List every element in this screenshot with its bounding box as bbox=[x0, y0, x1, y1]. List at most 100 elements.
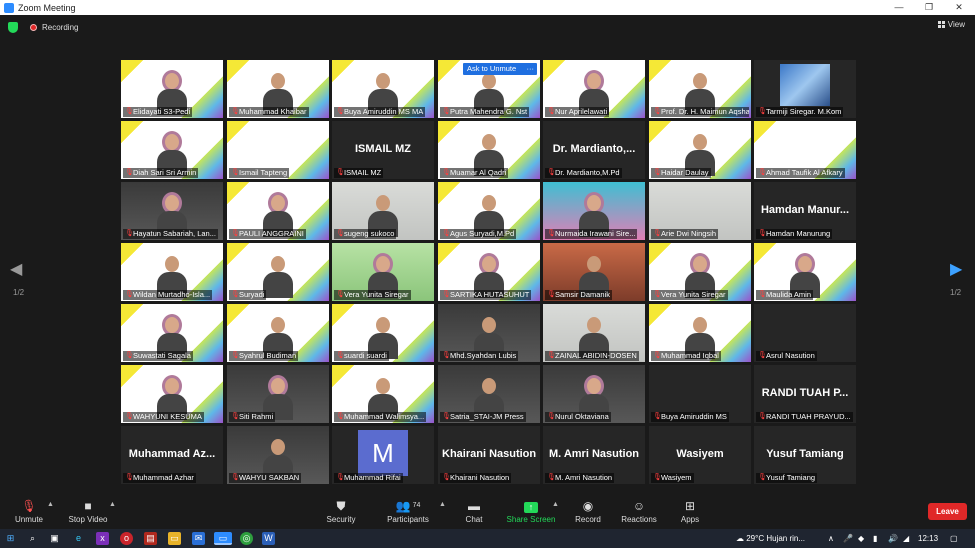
participant-tile[interactable]: RANDI TUAH P... 🎙 RANDI TUAH PRAYUD... bbox=[754, 365, 856, 423]
participant-tile[interactable]: 🎙 Suryadi bbox=[227, 243, 329, 301]
leave-meeting-button[interactable]: Leave bbox=[928, 503, 967, 520]
participant-tile[interactable]: 🎙 sugeng sukoco bbox=[332, 182, 434, 240]
participant-tile[interactable]: 🎙 Muhammad Khaibar bbox=[227, 60, 329, 118]
next-page-arrow-icon[interactable]: ▶ bbox=[950, 262, 962, 278]
participant-tile[interactable]: 🎙 Syahrul Budiman bbox=[227, 304, 329, 362]
participant-tile[interactable]: M 🎙 Muhammad Rifai bbox=[332, 426, 434, 484]
participant-tile[interactable]: 🎙 Buya Amiruddin MS MA bbox=[332, 60, 434, 118]
apps-button[interactable]: ⊞ Apps bbox=[676, 498, 704, 528]
participant-tile[interactable]: Hamdan Manur... 🎙 Hamdan Manurung bbox=[754, 182, 856, 240]
participant-tile[interactable]: 🎙 Nurul Oktaviana bbox=[543, 365, 645, 423]
participant-tile[interactable]: 🎙 Elidayati S3-Pedi bbox=[121, 60, 223, 118]
participant-name-label: 🎙 Muhammad Walimsya... bbox=[334, 412, 427, 422]
participant-tile[interactable]: 🎙 Muhammad Walimsya... bbox=[332, 365, 434, 423]
record-button[interactable]: ◉ Record bbox=[571, 498, 605, 528]
file-explorer-icon[interactable]: ▭ bbox=[168, 532, 181, 545]
share-options-caret-icon[interactable]: ▲ bbox=[552, 501, 559, 508]
windows-start-icon[interactable]: ⊞ bbox=[4, 532, 17, 545]
participant-tile[interactable]: 🎙 Satria_STAI-JM Press bbox=[438, 365, 540, 423]
muted-microphone-icon: 🎙 bbox=[547, 230, 556, 237]
participant-tile[interactable]: 🎙 WAHYUNI KESUMA bbox=[121, 365, 223, 423]
previous-page-arrow-icon[interactable]: ◀ bbox=[10, 262, 22, 278]
chat-button[interactable]: ▬ Chat bbox=[458, 498, 490, 528]
unmute-button[interactable]: 🎙 Unmute bbox=[10, 498, 48, 528]
tray-dropbox-icon[interactable]: ◆ bbox=[858, 529, 864, 548]
participant-tile[interactable]: Muhammad Az... 🎙 Muhammad Azhar bbox=[121, 426, 223, 484]
taskbar-clock[interactable]: 12:13 bbox=[918, 529, 938, 548]
participant-tile[interactable]: 🎙 Muamar Al Qadri bbox=[438, 121, 540, 179]
task-view-icon[interactable]: ▣ bbox=[48, 532, 61, 545]
participant-tile[interactable]: 🎙 PAULI ANGGRAINI bbox=[227, 182, 329, 240]
participant-tile[interactable]: 🎙 Vera Yunita Siregar bbox=[649, 243, 751, 301]
participant-tile[interactable]: 🎙 Asrul Nasution bbox=[754, 304, 856, 362]
participants-options-caret-icon[interactable]: ▲ bbox=[439, 501, 446, 508]
participant-name: Wasiyem bbox=[661, 473, 692, 482]
participant-tile[interactable]: 🎙 ZAINAL ABIDIN-DOSEN bbox=[543, 304, 645, 362]
show-hidden-icons-icon[interactable]: ∧ bbox=[828, 529, 834, 548]
participant-tile[interactable]: ISMAIL MZ 🎙 ISMAIL MZ bbox=[332, 121, 434, 179]
participant-tile[interactable]: 🎙 Prof. Dr. H. Maimun Aqsha bbox=[649, 60, 751, 118]
participant-tile[interactable]: Khairani Nasution 🎙 Khairani Nasution bbox=[438, 426, 540, 484]
participant-tile[interactable]: 🎙 Diah Sari Sri Armin bbox=[121, 121, 223, 179]
participant-tile[interactable]: 🎙 Haidar Daulay bbox=[649, 121, 751, 179]
tray-network-icon[interactable]: ◢ bbox=[903, 529, 909, 548]
share-screen-button[interactable]: ↑ Share Screen bbox=[505, 498, 557, 528]
edge-browser-icon[interactable]: e bbox=[72, 532, 85, 545]
stop-video-button[interactable]: ■ Stop Video bbox=[66, 498, 110, 528]
weather-widget[interactable]: ☁ 29°C Hujan rin... bbox=[736, 529, 805, 548]
notifications-icon[interactable]: ▢ bbox=[950, 529, 958, 548]
participant-tile[interactable]: 🎙 Ismail Tapteng bbox=[227, 121, 329, 179]
participant-tile[interactable]: 🎙 Mhd.Syahdan Lubis bbox=[438, 304, 540, 362]
encryption-shield-icon[interactable] bbox=[8, 22, 18, 33]
participant-tile[interactable]: 🎙 Nurmaida Irawani Sire... bbox=[543, 182, 645, 240]
pdf-app-icon[interactable]: ▤ bbox=[144, 532, 157, 545]
participant-tile[interactable]: M. Amri Nasution 🎙 M. Amri Nasution bbox=[543, 426, 645, 484]
tray-battery-icon[interactable]: ▮ bbox=[873, 529, 877, 548]
participant-name: Satria_STAI-JM Press bbox=[450, 412, 524, 421]
participant-tile[interactable]: 🎙 SARTIKA HUTASUHUT bbox=[438, 243, 540, 301]
app-xd-icon[interactable]: x bbox=[96, 532, 109, 545]
participant-tile[interactable]: 🎙 Samsir Damanik bbox=[543, 243, 645, 301]
participant-tile[interactable]: 🎙 Buya Amiruddin MS bbox=[649, 365, 751, 423]
participant-tile[interactable]: 🎙 Suwastati Sagala bbox=[121, 304, 223, 362]
participant-tile[interactable]: 🎙 suardi suardi bbox=[332, 304, 434, 362]
muted-microphone-icon: 🎙 bbox=[653, 291, 662, 298]
more-options-icon[interactable]: ··· bbox=[527, 63, 535, 75]
participant-tile[interactable]: 🎙 Wildan Murtadho-Isla... bbox=[121, 243, 223, 301]
participant-tile[interactable]: Yusuf Tamiang 🎙 Yusuf Tamiang bbox=[754, 426, 856, 484]
minimize-button[interactable]: — bbox=[884, 0, 914, 15]
reactions-button[interactable]: ☺ Reactions bbox=[619, 498, 659, 528]
participant-tile[interactable]: 🎙 Vera Yunita Siregar bbox=[332, 243, 434, 301]
chrome-browser-icon[interactable]: ◎ bbox=[240, 532, 253, 545]
participant-tile[interactable]: 🎙 Tarmiji Siregar. M.Kom bbox=[754, 60, 856, 118]
participant-tile[interactable]: 🎙 Agus Suryadi,M.Pd bbox=[438, 182, 540, 240]
participant-tile[interactable]: 🎙 Siti Rahmi bbox=[227, 365, 329, 423]
word-app-icon[interactable]: W bbox=[262, 532, 275, 545]
participant-tile[interactable]: 🎙 Arie Dwi Ningsih bbox=[649, 182, 751, 240]
search-icon[interactable]: ⌕ bbox=[26, 532, 39, 545]
participant-tile[interactable]: 🎙 Maulida Amin bbox=[754, 243, 856, 301]
participant-tile[interactable]: 🎙 WAHYU SAKBAN bbox=[227, 426, 329, 484]
participants-button[interactable]: 👥 74 Participants bbox=[384, 498, 432, 528]
participant-tile[interactable]: 🎙 Nur Aprilelawati bbox=[543, 60, 645, 118]
video-options-caret-icon[interactable]: ▲ bbox=[109, 501, 116, 508]
ask-to-unmute-button[interactable]: Ask to Unmute ··· bbox=[463, 63, 537, 75]
participant-name-label: 🎙 Maulida Amin bbox=[756, 290, 814, 300]
participant-tile[interactable]: 🎙 Hayatun Sabariah, Lan... bbox=[121, 182, 223, 240]
participant-tile[interactable]: Dr. Mardianto,... 🎙 Dr. Mardianto,M.Pd bbox=[543, 121, 645, 179]
participant-tile[interactable]: Wasiyem 🎙 Wasiyem bbox=[649, 426, 751, 484]
participant-name: Nurmaida Irawani Sire... bbox=[555, 229, 636, 238]
participant-name: RANDI TUAH PRAYUD... bbox=[766, 412, 851, 421]
maximize-button[interactable]: ❐ bbox=[914, 0, 944, 15]
security-button[interactable]: ⛊ Security bbox=[321, 498, 361, 528]
mail-app-icon[interactable]: ✉ bbox=[192, 532, 205, 545]
view-button[interactable]: View bbox=[937, 20, 965, 29]
audio-options-caret-icon[interactable]: ▲ bbox=[47, 501, 54, 508]
close-window-button[interactable]: ✕ bbox=[944, 0, 974, 15]
tray-volume-icon[interactable]: 🔊 bbox=[888, 529, 898, 548]
participant-tile[interactable]: 🎙 Muhammad Iqbal bbox=[649, 304, 751, 362]
participant-tile[interactable]: 🎙 Ahmad Taufik Al Afkary bbox=[754, 121, 856, 179]
opera-browser-icon[interactable]: o bbox=[120, 532, 133, 545]
participants-icon: 👥 74 bbox=[395, 499, 421, 513]
zoom-taskbar-icon[interactable]: ▭ bbox=[214, 532, 232, 545]
